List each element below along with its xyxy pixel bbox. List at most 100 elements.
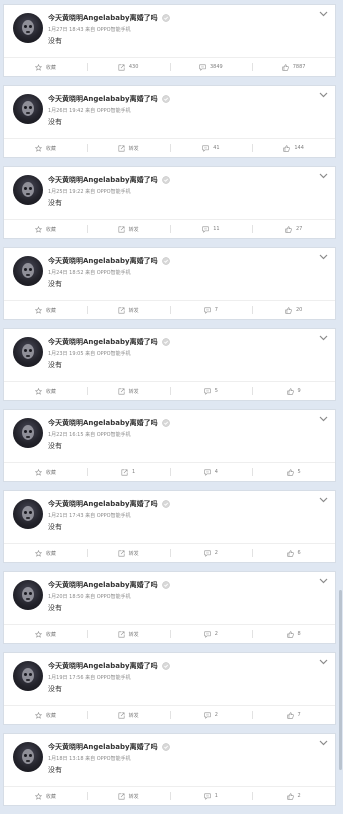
author-name[interactable]: 今天黄晓明Angelababy离婚了吗 — [48, 13, 158, 23]
repost-button[interactable]: 转发 — [86, 787, 170, 805]
comment-button[interactable]: 5 — [169, 382, 253, 400]
chevron-down-icon[interactable] — [319, 92, 328, 98]
chevron-down-icon[interactable] — [319, 578, 328, 584]
author-name[interactable]: 今天黄晓明Angelababy离婚了吗 — [48, 499, 158, 509]
author-name[interactable]: 今天黄晓明Angelababy离婚了吗 — [48, 256, 158, 266]
action-bar: 收藏 转发 5 9 — [4, 381, 335, 400]
avatar[interactable] — [13, 175, 43, 205]
author-name[interactable]: 今天黄晓明Angelababy离婚了吗 — [48, 418, 158, 428]
chevron-down-icon[interactable] — [319, 659, 328, 665]
repost-count: 转发 — [128, 550, 139, 557]
vertical-scrollbar[interactable] — [338, 0, 343, 800]
author-name[interactable]: 今天黄晓明Angelababy离婚了吗 — [48, 94, 158, 104]
favorite-button[interactable]: 收藏 — [4, 220, 87, 238]
post-card: 今天黄晓明Angelababy离婚了吗 1月24日 18:52 来自 OPPO智… — [3, 247, 336, 320]
verified-badge-icon — [161, 257, 170, 265]
like-button[interactable]: 144 — [252, 139, 335, 157]
favorite-button[interactable]: 收藏 — [4, 58, 87, 76]
author-row: 今天黄晓明Angelababy离婚了吗 — [48, 256, 170, 266]
chevron-down-icon[interactable] — [319, 416, 328, 422]
post-card: 今天黄晓明Angelababy离婚了吗 1月26日 19:42 来自 OPPO智… — [3, 85, 336, 158]
repost-button[interactable]: 430 — [86, 58, 170, 76]
like-button[interactable]: 8 — [252, 625, 335, 643]
avatar-face — [22, 668, 34, 683]
favorite-label: 收藏 — [45, 226, 56, 233]
like-button[interactable]: 27 — [252, 220, 335, 238]
like-count: 9 — [297, 388, 301, 394]
avatar[interactable] — [13, 94, 43, 124]
chevron-down-icon[interactable] — [319, 740, 328, 746]
scrollbar-thumb[interactable] — [339, 590, 342, 770]
like-button[interactable]: 6 — [252, 544, 335, 562]
favorite-button[interactable]: 收藏 — [4, 139, 87, 157]
avatar[interactable] — [13, 13, 43, 43]
repost-button[interactable]: 转发 — [86, 382, 170, 400]
repost-count: 转发 — [128, 226, 139, 233]
verified-badge-icon — [161, 500, 170, 508]
comment-button[interactable]: 1 — [169, 787, 253, 805]
avatar[interactable] — [13, 256, 43, 286]
favorite-button[interactable]: 收藏 — [4, 544, 87, 562]
like-button[interactable]: 5 — [252, 463, 335, 481]
avatar[interactable] — [13, 742, 43, 772]
chevron-down-icon[interactable] — [319, 173, 328, 179]
comment-button[interactable]: 2 — [169, 625, 253, 643]
comment-button[interactable]: 2 — [169, 706, 253, 724]
thumbs-up-icon — [286, 387, 294, 395]
comment-button[interactable]: 11 — [169, 220, 253, 238]
like-button[interactable]: 7887 — [252, 58, 335, 76]
author-name[interactable]: 今天黄晓明Angelababy离婚了吗 — [48, 742, 158, 752]
avatar[interactable] — [13, 580, 43, 610]
verified-badge-icon — [161, 662, 170, 670]
like-button[interactable]: 20 — [252, 301, 335, 319]
star-icon — [34, 306, 42, 314]
avatar[interactable] — [13, 499, 43, 529]
post-card: 今天黄晓明Angelababy离婚了吗 1月21日 17:43 来自 OPPO智… — [3, 490, 336, 563]
author-row: 今天黄晓明Angelababy离婚了吗 — [48, 499, 170, 509]
comment-button[interactable]: 7 — [169, 301, 253, 319]
avatar[interactable] — [13, 418, 43, 448]
thumbs-up-icon — [286, 630, 294, 638]
avatar[interactable] — [13, 337, 43, 367]
like-button[interactable]: 9 — [252, 382, 335, 400]
repost-button[interactable]: 转发 — [86, 706, 170, 724]
like-button[interactable]: 7 — [252, 706, 335, 724]
author-name[interactable]: 今天黄晓明Angelababy离婚了吗 — [48, 175, 158, 185]
star-icon — [34, 387, 42, 395]
author-row: 今天黄晓明Angelababy离婚了吗 — [48, 661, 170, 671]
repost-count: 430 — [128, 64, 139, 70]
avatar[interactable] — [13, 661, 43, 691]
like-button[interactable]: 2 — [252, 787, 335, 805]
repost-button[interactable]: 转发 — [86, 625, 170, 643]
favorite-button[interactable]: 收藏 — [4, 301, 87, 319]
chevron-down-icon[interactable] — [319, 254, 328, 260]
repost-button[interactable]: 1 — [86, 463, 170, 481]
favorite-label: 收藏 — [45, 631, 56, 638]
favorite-button[interactable]: 收藏 — [4, 625, 87, 643]
author-name[interactable]: 今天黄晓明Angelababy离婚了吗 — [48, 661, 158, 671]
comment-button[interactable]: 2 — [169, 544, 253, 562]
repost-button[interactable]: 转发 — [86, 220, 170, 238]
favorite-button[interactable]: 收藏 — [4, 706, 87, 724]
repost-button[interactable]: 转发 — [86, 544, 170, 562]
verified-badge-icon — [161, 338, 170, 346]
post-card: 今天黄晓明Angelababy离婚了吗 1月27日 18:43 来自 OPPO智… — [3, 4, 336, 77]
chevron-down-icon[interactable] — [319, 497, 328, 503]
thumbs-up-icon — [285, 306, 292, 314]
verified-badge-icon — [161, 419, 170, 427]
repost-button[interactable]: 转发 — [86, 139, 170, 157]
post-meta: 1月25日 19:22 来自 OPPO智能手机 — [48, 189, 131, 195]
favorite-button[interactable]: 收藏 — [4, 787, 87, 805]
author-name[interactable]: 今天黄晓明Angelababy离婚了吗 — [48, 580, 158, 590]
chevron-down-icon[interactable] — [319, 11, 328, 17]
comment-button[interactable]: 3849 — [169, 58, 253, 76]
favorite-button[interactable]: 收藏 — [4, 382, 87, 400]
author-name[interactable]: 今天黄晓明Angelababy离婚了吗 — [48, 337, 158, 347]
comment-button[interactable]: 41 — [169, 139, 253, 157]
favorite-button[interactable]: 收藏 — [4, 463, 87, 481]
repost-count: 1 — [132, 469, 136, 475]
chevron-down-icon[interactable] — [319, 335, 328, 341]
comment-button[interactable]: 4 — [169, 463, 253, 481]
avatar-face — [22, 182, 34, 197]
repost-button[interactable]: 转发 — [86, 301, 170, 319]
